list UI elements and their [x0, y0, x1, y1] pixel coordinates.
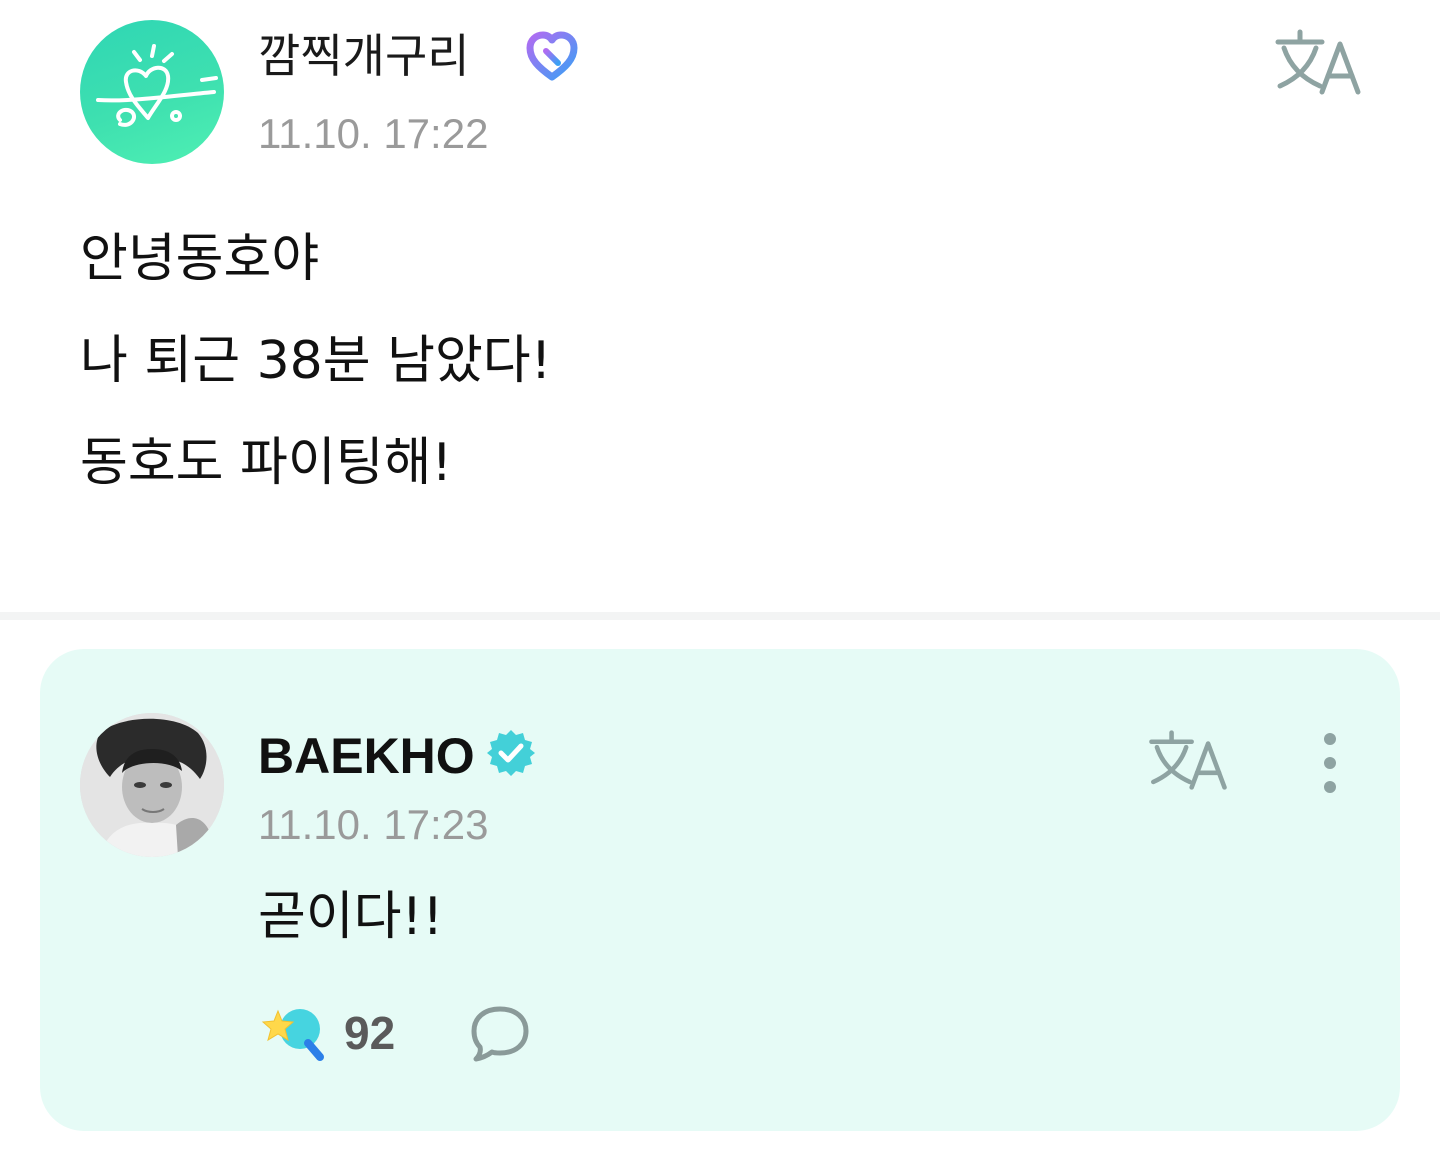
- translate-icon[interactable]: [1272, 26, 1364, 98]
- post-timestamp: 11.10. 17:22: [258, 110, 489, 157]
- post-line: 나 퇴근 38분 남았다!: [80, 331, 552, 391]
- artist-photo: [80, 713, 224, 857]
- translate-icon[interactable]: [1146, 727, 1230, 793]
- post-author-name[interactable]: 깜찍개구리: [258, 26, 470, 86]
- star-lightstick-like-icon[interactable]: [260, 1003, 326, 1061]
- heart-logo-icon: [96, 44, 218, 127]
- reply-timestamp: 11.10. 17:23: [258, 801, 489, 848]
- fan-post: 깜찍개구리 11.10. 17:22 안녕동호야 나 퇴근 38분 남았다! 동…: [0, 0, 1440, 612]
- fan-avatar[interactable]: [80, 20, 224, 164]
- more-vertical-icon[interactable]: [1310, 729, 1350, 799]
- membership-heart-icon: [526, 31, 578, 81]
- like-count: 92: [344, 1007, 396, 1059]
- post-line: 동호도 파이팅해!: [80, 433, 453, 493]
- post-line: 안녕동호야: [80, 229, 320, 289]
- post-body: 안녕동호야 나 퇴근 38분 남았다! 동호도 파이팅해!: [80, 208, 551, 514]
- reply-text: 곧이다!!: [258, 887, 444, 947]
- comment-bubble-icon[interactable]: [468, 1003, 532, 1063]
- reply-author-name[interactable]: BAEKHO: [258, 725, 475, 787]
- verified-badge-icon: [487, 730, 535, 776]
- artist-reply-card: BAEKHO 11.10. 17:23 곧이다!! 92: [40, 649, 1400, 1131]
- section-divider: [0, 612, 1440, 620]
- artist-avatar[interactable]: [80, 713, 224, 857]
